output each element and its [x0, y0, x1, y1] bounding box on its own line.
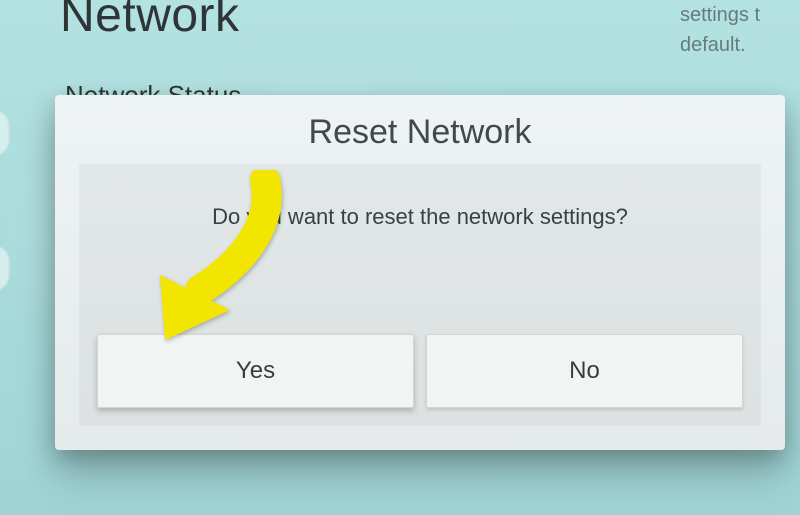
side-button-fragment	[0, 245, 10, 291]
dialog-button-row: Yes No	[97, 334, 743, 408]
hint-text: settings t default.	[680, 0, 790, 60]
dialog-body: Do you want to reset the network setting…	[79, 164, 761, 426]
yes-button[interactable]: Yes	[97, 334, 414, 408]
dialog-message: Do you want to reset the network setting…	[97, 204, 743, 230]
side-button-fragment	[0, 110, 10, 156]
dialog-title: Reset Network	[79, 113, 761, 152]
no-button[interactable]: No	[426, 334, 743, 408]
reset-network-dialog: Reset Network Do you want to reset the n…	[55, 95, 785, 450]
page-title: Network	[60, 0, 240, 43]
